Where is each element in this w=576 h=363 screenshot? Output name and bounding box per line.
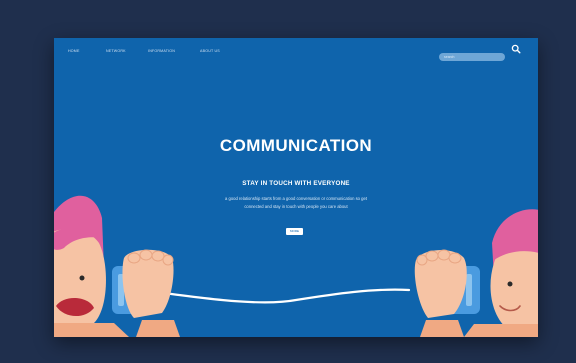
tin-can-phone-illustration bbox=[54, 195, 538, 337]
website-mockup: Home Network Information About us COMMUN… bbox=[54, 38, 538, 337]
string bbox=[147, 288, 411, 304]
right-hand bbox=[414, 249, 467, 337]
